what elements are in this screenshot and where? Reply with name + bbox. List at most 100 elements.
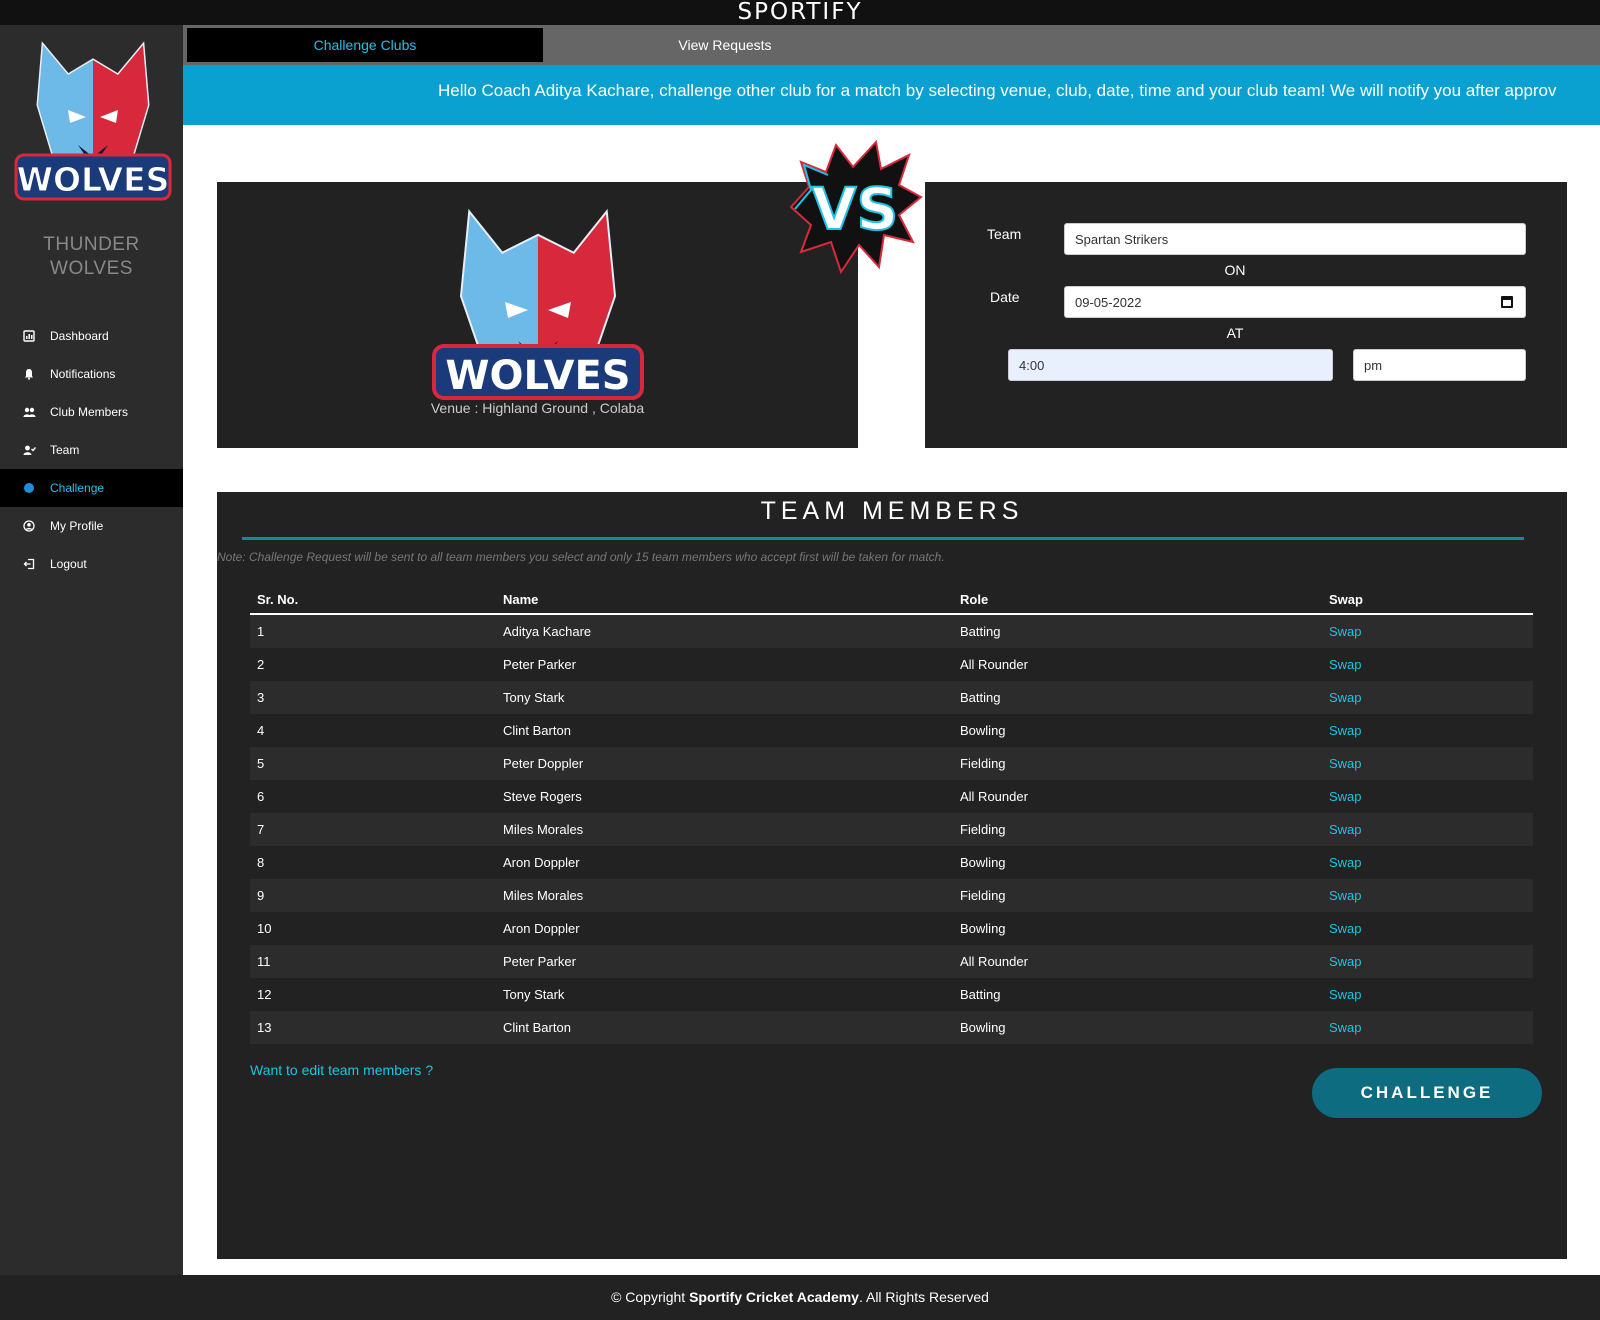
row-sr: 12 [257, 987, 272, 1002]
sidebar-item-label: Dashboard [50, 329, 109, 343]
col-name: Name [503, 592, 539, 607]
title-divider [242, 537, 1524, 540]
svg-text:WOLVES: WOLVES [445, 353, 630, 399]
tab-view-requests[interactable]: View Requests [547, 28, 903, 62]
sidebar-item-logout[interactable]: Logout [0, 545, 183, 583]
sidebar-nav: Dashboard Notifications Club Members Tea… [0, 317, 183, 583]
on-text: ON [1224, 262, 1246, 278]
tab-challenge-clubs[interactable]: Challenge Clubs [187, 28, 543, 62]
svg-text:WOLVES: WOLVES [17, 160, 170, 199]
table-row: 9 Miles Morales Fielding Swap [250, 879, 1533, 912]
table-row: 11 Peter Parker All Rounder Swap [250, 945, 1533, 978]
table-header: Sr. No. Name Role Swap [250, 586, 1533, 615]
row-name: Tony Stark [503, 987, 565, 1002]
swap-link[interactable]: Swap [1329, 648, 1362, 681]
opponent-panel: WOLVES Venue : Highland Ground , Colaba [217, 182, 858, 448]
table-row: 8 Aron Doppler Bowling Swap [250, 846, 1533, 879]
sidebar-item-dashboard[interactable]: Dashboard [0, 317, 183, 355]
col-swap: Swap [1329, 592, 1363, 607]
row-role: All Rounder [960, 954, 1028, 969]
members-title: TEAM MEMBERS [760, 497, 1024, 525]
swap-link[interactable]: Swap [1329, 714, 1362, 747]
row-sr: 11 [257, 954, 271, 969]
venue-label: Venue : Highland Ground , Colaba [430, 400, 645, 416]
swap-link[interactable]: Swap [1329, 615, 1362, 648]
table-row: 7 Miles Morales Fielding Swap [250, 813, 1533, 846]
logout-icon [22, 557, 36, 571]
date-value: 09-05-2022 [1075, 294, 1142, 310]
circle-icon [22, 481, 36, 495]
row-role: Bowling [960, 1020, 1006, 1035]
swap-link[interactable]: Swap [1329, 846, 1362, 879]
row-sr: 9 [257, 888, 265, 903]
row-sr: 1 [257, 624, 265, 639]
row-sr: 4 [257, 723, 265, 738]
swap-link[interactable]: Swap [1329, 681, 1362, 714]
date-label: Date [990, 289, 1020, 305]
svg-text:VS: VS [812, 175, 899, 243]
team-label: Team [987, 226, 1022, 242]
row-role: All Rounder [960, 789, 1028, 804]
row-sr: 3 [257, 690, 265, 705]
table-row: 12 Tony Stark Batting Swap [250, 978, 1533, 1011]
row-name: Peter Doppler [503, 756, 584, 771]
swap-link[interactable]: Swap [1329, 1011, 1362, 1044]
team-field[interactable]: Spartan Strikers [1064, 223, 1526, 255]
members-note: Note: Challenge Request will be sent to … [217, 550, 945, 564]
row-role: All Rounder [960, 657, 1028, 672]
sidebar-item-team[interactable]: Team [0, 431, 183, 469]
user-circle-icon [22, 519, 36, 533]
sidebar-item-club-members[interactable]: Club Members [0, 393, 183, 431]
banner-text: Hello Coach Aditya Kachare, challenge ot… [438, 81, 1557, 100]
row-role: Fielding [960, 756, 1006, 771]
swap-link[interactable]: Swap [1329, 780, 1362, 813]
sidebar-item-challenge[interactable]: Challenge [0, 469, 183, 507]
sidebar-item-label: Team [50, 443, 80, 457]
row-name: Miles Morales [503, 888, 584, 903]
date-field[interactable]: 09-05-2022 [1064, 286, 1526, 318]
vs-badge: VS [789, 139, 923, 275]
swap-link[interactable]: Swap [1329, 945, 1362, 978]
sidebar-item-notifications[interactable]: Notifications [0, 355, 183, 393]
swap-link[interactable]: Swap [1329, 747, 1362, 780]
tab-bar: Challenge Clubs View Requests [183, 25, 1600, 65]
row-sr: 6 [257, 789, 265, 804]
club-name-line2: WOLVES [50, 258, 133, 279]
club-name: THUNDER WOLVES [0, 233, 183, 281]
swap-link[interactable]: Swap [1329, 879, 1362, 912]
swap-link[interactable]: Swap [1329, 978, 1362, 1011]
table-row: 1 Aditya Kachare Batting Swap [250, 615, 1533, 648]
row-name: Steve Rogers [503, 789, 582, 804]
row-name: Aron Doppler [503, 921, 580, 936]
challenge-button[interactable]: CHALLENGE [1312, 1068, 1542, 1118]
sidebar: WOLVES THUNDER WOLVES Dashboard Notifica… [0, 25, 183, 1275]
row-sr: 13 [257, 1020, 272, 1035]
sidebar-item-label: Club Members [50, 405, 129, 419]
calendar-icon[interactable] [1501, 296, 1513, 308]
table-row: 5 Peter Doppler Fielding Swap [250, 747, 1533, 780]
sidebar-item-label: Challenge [50, 481, 105, 495]
club-logo: WOLVES [14, 41, 172, 201]
footer-company: Sportify Cricket Academy [689, 1289, 859, 1305]
col-role: Role [960, 592, 989, 607]
table-row: 13 Clint Barton Bowling Swap [250, 1011, 1533, 1044]
ampm-field[interactable]: pm [1353, 349, 1526, 381]
bell-icon [22, 367, 36, 381]
row-sr: 8 [257, 855, 265, 870]
time-field[interactable]: 4:00 [1008, 349, 1333, 381]
challenge-form: Team Spartan Strikers ON Date 09-05-2022… [925, 182, 1567, 448]
swap-link[interactable]: Swap [1329, 813, 1362, 846]
swap-link[interactable]: Swap [1329, 912, 1362, 945]
row-name: Peter Parker [503, 657, 576, 672]
team-members-panel: TEAM MEMBERS Note: Challenge Request wil… [217, 492, 1567, 1259]
sidebar-item-my-profile[interactable]: My Profile [0, 507, 183, 545]
row-role: Bowling [960, 723, 1006, 738]
table-row: 4 Clint Barton Bowling Swap [250, 714, 1533, 747]
row-role: Batting [960, 690, 1001, 705]
row-role: Bowling [960, 855, 1006, 870]
row-name: Aron Doppler [503, 855, 580, 870]
sidebar-item-label: Notifications [50, 367, 116, 381]
sidebar-item-label: Logout [50, 557, 87, 571]
footer-suffix: . All Rights Reserved [858, 1289, 989, 1305]
edit-team-link[interactable]: Want to edit team members ? [250, 1062, 433, 1078]
